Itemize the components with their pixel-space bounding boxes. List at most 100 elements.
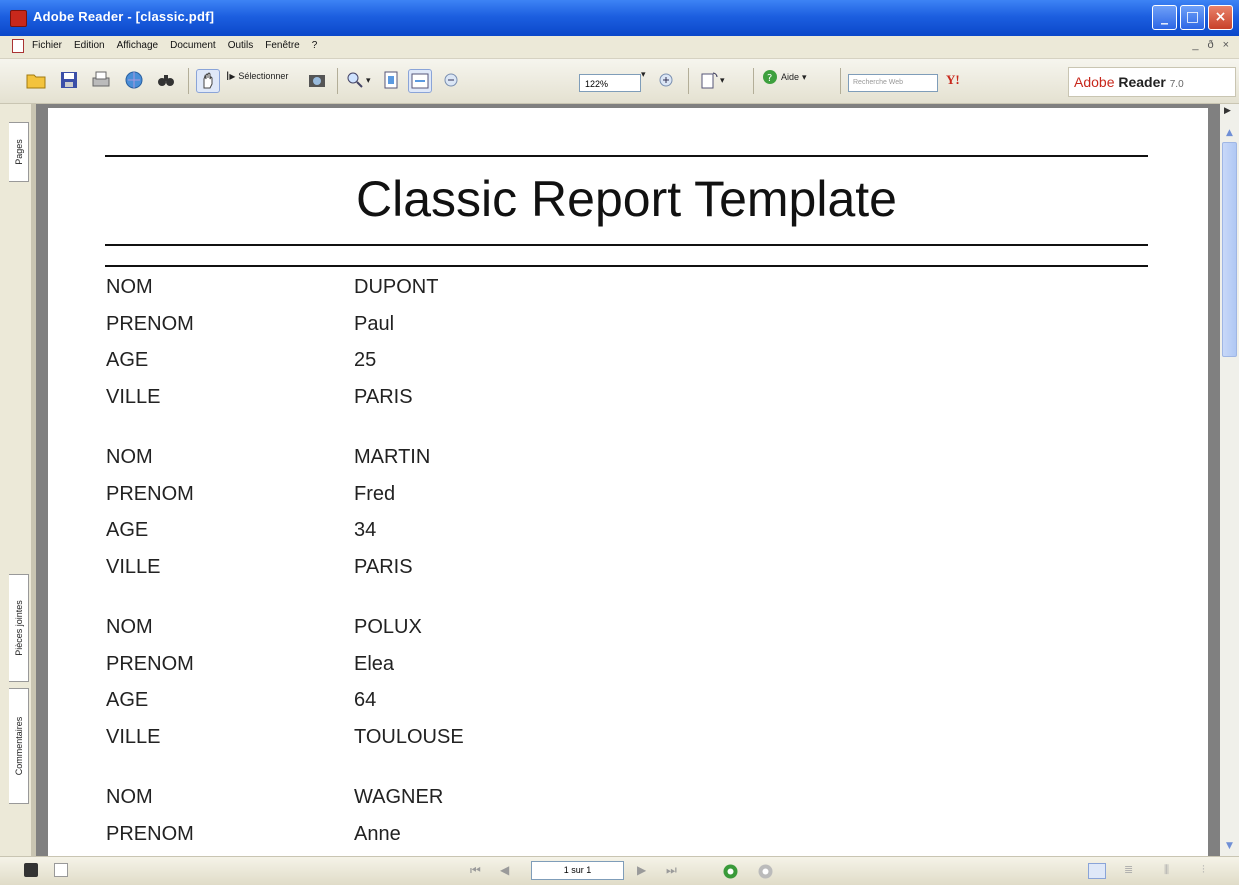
continuous-facing-layout-icon[interactable]: ⫶ bbox=[1202, 863, 1218, 879]
previous-page-button[interactable]: ◀ bbox=[500, 863, 509, 877]
camera-icon bbox=[309, 75, 325, 87]
zoom-in-icon bbox=[659, 73, 673, 87]
field-label: VILLE bbox=[106, 725, 161, 748]
scrollbar-thumb[interactable] bbox=[1222, 142, 1237, 357]
hand-icon bbox=[203, 72, 213, 89]
doc-close-button[interactable]: × bbox=[1223, 39, 1229, 51]
yahoo-search-button[interactable]: Y! bbox=[946, 72, 960, 88]
tab-attachments[interactable]: Pièces jointes bbox=[9, 574, 29, 682]
snapshot-button[interactable] bbox=[306, 69, 328, 91]
continuous-layout-icon[interactable]: ≣ bbox=[1124, 863, 1140, 879]
field-value: 25 bbox=[354, 349, 377, 371]
field-label: NOM bbox=[106, 616, 153, 638]
rotate-view-button[interactable]: ▾ bbox=[698, 69, 725, 91]
go-back-icon[interactable] bbox=[722, 863, 739, 880]
field-value: 34 bbox=[354, 519, 377, 541]
menu-edition[interactable]: Edition bbox=[74, 40, 105, 51]
tab-pages[interactable]: Pages bbox=[9, 122, 29, 182]
zoom-in-button[interactable] bbox=[655, 69, 677, 91]
yahoo-icon: Y! bbox=[946, 72, 960, 87]
record-row: AGE 34 bbox=[106, 519, 464, 556]
select-label: Sélectionner bbox=[238, 71, 289, 81]
email-button[interactable] bbox=[123, 69, 145, 91]
record-row: PRENOM Paul bbox=[106, 313, 464, 350]
close-button[interactable]: × bbox=[1208, 5, 1233, 30]
printer-icon bbox=[92, 71, 110, 87]
brand-version: 7.0 bbox=[1169, 79, 1184, 90]
report-title: Classic Report Template bbox=[356, 171, 897, 227]
menu-fenetre[interactable]: Fenêtre bbox=[265, 40, 299, 51]
window-title: Adobe Reader - [classic.pdf] bbox=[33, 9, 215, 24]
first-page-button[interactable]: ⏮ bbox=[470, 863, 481, 878]
go-forward-icon[interactable] bbox=[757, 863, 774, 880]
help-button[interactable]: ? Aide ▾ bbox=[762, 69, 807, 85]
play-right-icon[interactable]: ▶ bbox=[1224, 106, 1231, 116]
window-controls: _ □ × bbox=[1152, 5, 1233, 30]
title-bottom-rule bbox=[105, 244, 1148, 246]
hand-tool-button[interactable] bbox=[196, 69, 220, 93]
last-page-button[interactable]: ⏭ bbox=[666, 863, 677, 878]
field-value: PARIS bbox=[354, 555, 413, 578]
status-bar: ⏮ ◀ 1 sur 1 ▶ ⏭ ≣ ⫼ ⫶ bbox=[0, 856, 1239, 885]
menu-document[interactable]: Document bbox=[170, 40, 216, 51]
globe-email-icon bbox=[125, 71, 143, 89]
zoom-dropdown-button[interactable]: ▾ bbox=[641, 69, 646, 80]
menu-bar: Fichier Edition Affichage Document Outil… bbox=[0, 36, 1239, 59]
select-text-button[interactable]: I▸ Sélectionner bbox=[226, 69, 288, 83]
toolbar-separator bbox=[688, 68, 689, 94]
page-thumbnail-icon[interactable] bbox=[54, 863, 68, 877]
single-page-layout-icon[interactable] bbox=[1088, 863, 1106, 879]
zoom-tool-button[interactable]: ▾ bbox=[344, 69, 371, 91]
actual-size-icon bbox=[384, 71, 398, 89]
record-row: NOM WAGNER bbox=[106, 786, 464, 823]
chevron-down-icon: ▾ bbox=[366, 74, 371, 85]
fit-page-button[interactable] bbox=[408, 69, 432, 93]
record: NOM WAGNER PRENOM Anne bbox=[106, 786, 464, 856]
field-value: WAGNER bbox=[354, 786, 444, 808]
tab-comments[interactable]: Commentaires bbox=[9, 688, 29, 804]
fit-width-icon bbox=[411, 73, 429, 89]
next-page-button[interactable]: ▶ bbox=[637, 863, 646, 877]
open-button[interactable] bbox=[25, 69, 47, 91]
document-icon[interactable] bbox=[12, 39, 24, 53]
save-state-icon[interactable] bbox=[24, 863, 38, 877]
field-label: PRENOM bbox=[106, 482, 194, 505]
zoom-out-button[interactable] bbox=[440, 69, 462, 91]
page-number-field[interactable]: 1 sur 1 bbox=[531, 861, 624, 880]
record-row: VILLE TOULOUSE bbox=[106, 726, 464, 763]
chevron-down-icon: ▾ bbox=[802, 71, 807, 82]
scroll-down-button[interactable]: ▼ bbox=[1222, 839, 1237, 854]
maximize-button[interactable]: □ bbox=[1180, 5, 1205, 30]
record-row: VILLE PARIS bbox=[106, 386, 464, 423]
adobe-reader-logo: Adobe Reader 7.0 bbox=[1068, 67, 1236, 97]
print-button[interactable] bbox=[90, 69, 112, 91]
menu-outils[interactable]: Outils bbox=[228, 40, 254, 51]
scroll-up-button[interactable]: ▲ bbox=[1222, 126, 1237, 141]
zoom-out-icon bbox=[444, 73, 458, 87]
svg-text:?: ? bbox=[767, 73, 772, 84]
adobe-reader-app-icon bbox=[10, 10, 27, 27]
folder-open-icon bbox=[26, 74, 46, 89]
search-button[interactable] bbox=[155, 69, 177, 91]
menu-fichier[interactable]: Fichier bbox=[32, 40, 62, 51]
doc-restore-button[interactable]: ð bbox=[1207, 39, 1213, 51]
field-label: PRENOM bbox=[106, 652, 194, 675]
actual-size-button[interactable] bbox=[380, 69, 402, 91]
floppy-disk-icon bbox=[61, 72, 77, 88]
field-label: PRENOM bbox=[106, 822, 194, 845]
doc-minimize-button[interactable]: _ bbox=[1192, 39, 1198, 51]
save-button[interactable] bbox=[58, 69, 80, 91]
minimize-button[interactable]: _ bbox=[1152, 5, 1177, 30]
field-value: MARTIN bbox=[354, 446, 431, 468]
record: NOM POLUX PRENOM Elea AGE 64 VILLE TOULOUSE bbox=[106, 616, 464, 762]
document-view[interactable]: Classic Report Template NOM DUPONT PRENOM… bbox=[36, 104, 1220, 856]
zoom-level-field[interactable]: 122% bbox=[579, 74, 641, 92]
binoculars-icon bbox=[158, 75, 174, 86]
rotate-page-icon bbox=[701, 72, 718, 89]
chevron-down-icon: ▾ bbox=[641, 69, 646, 79]
facing-layout-icon[interactable]: ⫼ bbox=[1164, 863, 1180, 879]
menu-affichage[interactable]: Affichage bbox=[117, 40, 159, 51]
menu-help[interactable]: ? bbox=[312, 40, 318, 51]
vertical-scrollbar[interactable]: ▶ ▲ ▼ bbox=[1220, 104, 1239, 856]
web-search-input[interactable]: Recherche Web bbox=[848, 74, 938, 92]
